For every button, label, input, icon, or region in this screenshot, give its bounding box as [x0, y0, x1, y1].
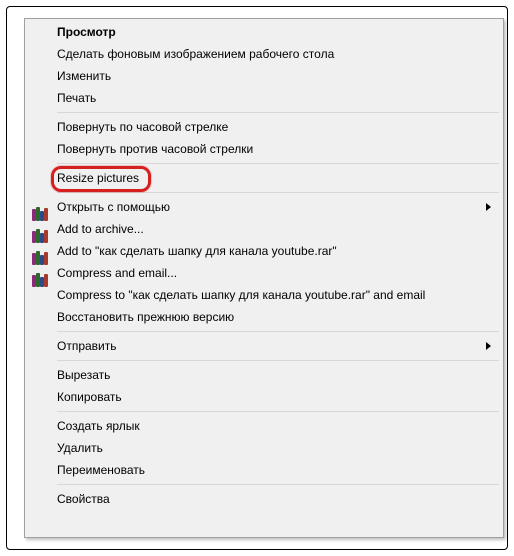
menu-label: Переименовать: [57, 463, 501, 477]
menu-label: Resize pictures: [57, 171, 501, 185]
menu-item-create-shortcut[interactable]: Создать ярлык: [27, 415, 501, 437]
menu-label: Просмотр: [57, 25, 501, 39]
chevron-right-icon: [486, 203, 491, 211]
menu-label: Отправить: [57, 339, 501, 353]
menu-item-cut[interactable]: Вырезать: [27, 364, 501, 386]
menu-label: Сделать фоновым изображением рабочего ст…: [57, 47, 501, 61]
menu-item-resize-pictures[interactable]: Resize pictures: [27, 167, 501, 189]
menu-label: Печать: [57, 91, 501, 105]
menu-separator: [57, 163, 499, 164]
menu-separator: [57, 331, 499, 332]
menu-item-open-with[interactable]: Открыть с помощью: [27, 196, 501, 218]
menu-label: Compress and email...: [57, 266, 501, 280]
menu-label: Копировать: [57, 390, 501, 404]
menu-item-properties[interactable]: Свойства: [27, 488, 501, 510]
menu-label: Открыть с помощью: [57, 200, 501, 214]
menu-item-edit[interactable]: Изменить: [27, 65, 501, 87]
menu-separator: [57, 411, 499, 412]
menu-item-send-to[interactable]: Отправить: [27, 335, 501, 357]
menu-label: Add to "как сделать шапку для канала you…: [57, 244, 501, 258]
menu-label: Compress to "как сделать шапку для канал…: [57, 288, 501, 302]
menu-item-copy[interactable]: Копировать: [27, 386, 501, 408]
menu-label: Add to archive...: [57, 222, 501, 236]
menu-item-preview[interactable]: Просмотр: [27, 21, 501, 43]
menu-item-compress-named-email[interactable]: Compress to "как сделать шапку для канал…: [27, 284, 501, 306]
menu-separator: [57, 360, 499, 361]
menu-separator: [57, 484, 499, 485]
menu-item-print[interactable]: Печать: [27, 87, 501, 109]
menu-item-add-to-named-archive[interactable]: Add to "как сделать шапку для канала you…: [27, 240, 501, 262]
menu-item-set-wallpaper[interactable]: Сделать фоновым изображением рабочего ст…: [27, 43, 501, 65]
menu-label: Восстановить прежнюю версию: [57, 310, 501, 324]
chevron-right-icon: [486, 342, 491, 350]
menu-item-add-to-archive[interactable]: Add to archive...: [27, 218, 501, 240]
menu-label: Свойства: [57, 492, 501, 506]
menu-label: Повернуть против часовой стрелки: [57, 142, 501, 156]
menu-item-rotate-ccw[interactable]: Повернуть против часовой стрелки: [27, 138, 501, 160]
menu-separator: [57, 112, 499, 113]
menu-item-rotate-cw[interactable]: Повернуть по часовой стрелке: [27, 116, 501, 138]
menu-separator: [57, 192, 499, 193]
menu-label: Повернуть по часовой стрелке: [57, 120, 501, 134]
winrar-icon: [32, 287, 48, 303]
menu-label: Изменить: [57, 69, 501, 83]
menu-item-restore-version[interactable]: Восстановить прежнюю версию: [27, 306, 501, 328]
menu-label: Вырезать: [57, 368, 501, 382]
menu-item-compress-email[interactable]: Compress and email...: [27, 262, 501, 284]
menu-item-delete[interactable]: Удалить: [27, 437, 501, 459]
menu-label: Удалить: [57, 441, 501, 455]
context-menu: Просмотр Сделать фоновым изображением ра…: [24, 18, 504, 538]
menu-label: Создать ярлык: [57, 419, 501, 433]
menu-item-rename[interactable]: Переименовать: [27, 459, 501, 481]
